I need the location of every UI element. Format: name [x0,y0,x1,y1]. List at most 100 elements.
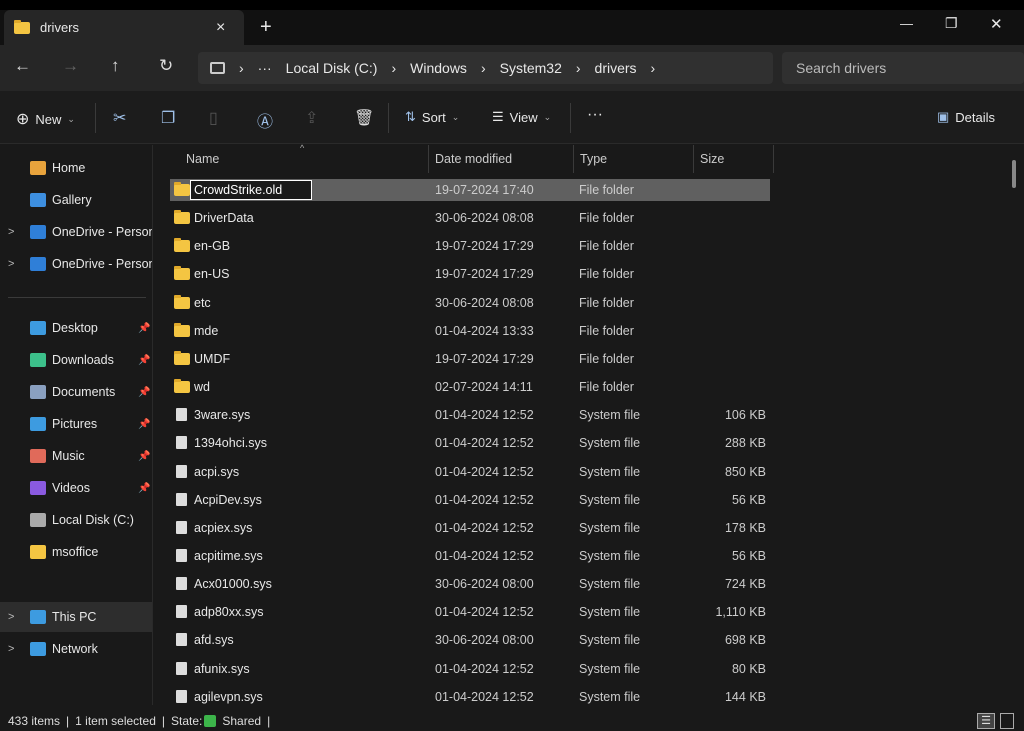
folder-row[interactable]: en-GB 19-07-2024 17:29 File folder [170,235,770,257]
maximize-button[interactable]: ❐ [945,15,958,32]
breadcrumb-drivers[interactable]: drivers [595,60,637,76]
folder-row[interactable]: wd 02-07-2024 14:11 File folder [170,376,770,398]
more-options-button[interactable]: ··· [587,106,603,124]
folder-row[interactable]: CrowdStrike.old 19-07-2024 17:40 File fold… [170,179,770,201]
chevron-right-icon[interactable]: > [8,611,14,623]
file-row[interactable]: 3ware.sys 01-04-2024 12:52 System file 106 … [170,404,770,426]
file-type: File folder [579,211,634,226]
file-name: UMDF [194,351,231,366]
paste-icon[interactable]: ▯ [209,108,218,128]
state-value: Shared [222,714,262,728]
file-date: 02-07-2024 14:11 [435,380,533,395]
close-window-button[interactable]: ✕ [990,15,1003,33]
sidebar-item-videos[interactable]: Videos 📌 [0,473,152,503]
chevron-right-icon[interactable]: > [8,258,14,270]
delete-icon[interactable]: 🗑 [354,108,374,128]
cut-icon[interactable]: ✂ [113,108,126,128]
file-row[interactable]: AcpiDev.sys 01-04-2024 12:52 System file 56… [170,489,770,511]
sidebar-item-documents[interactable]: Documents 📌 [0,377,152,407]
sidebar-item-gallery[interactable]: Gallery [0,185,152,215]
chevron-right-icon[interactable]: > [8,643,14,655]
folder-row[interactable]: UMDF 19-07-2024 17:29 File folder [170,348,770,370]
pictures-icon [30,417,46,431]
pin-icon[interactable]: 📌 [138,387,150,398]
sidebar-item-downloads[interactable]: Downloads 📌 [0,345,152,375]
documents-icon [30,385,46,399]
system-file-icon [176,633,187,647]
sidebar-item-pictures[interactable]: Pictures 📌 [0,409,152,439]
file-row[interactable]: afunix.sys 01-04-2024 12:52 System file 80 … [170,658,770,680]
file-row[interactable]: Acx01000.sys 30-06-2024 08:00 System file 7… [170,573,770,595]
videos-icon [30,481,46,495]
minimize-button[interactable]: — [900,16,913,31]
sort-button[interactable]: ⇅ Sort ⌄ [405,109,459,125]
network-icon [30,642,46,656]
folder-row[interactable]: mde 01-04-2024 13:33 File folder [170,320,770,342]
file-name: acpi.sys [194,464,240,479]
chevron-down-icon: ⌄ [67,113,75,124]
sidebar-item-network[interactable]: > Network [0,634,152,664]
back-button[interactable]: ← [14,56,31,76]
file-name: DriverData [194,211,254,226]
breadcrumb-overflow[interactable]: ··· [258,60,272,76]
breadcrumb-local-disk[interactable]: Local Disk (C:) [286,60,378,76]
file-row[interactable]: adp80xx.sys 01-04-2024 12:52 System file 1,… [170,601,770,623]
new-tab-button[interactable]: + [260,16,272,39]
chevron-right-icon[interactable]: > [8,226,14,238]
scrollbar-thumb[interactable] [1012,160,1016,188]
sidebar-item-onedrive-persona[interactable]: > OneDrive - Persona [0,217,152,247]
file-row[interactable]: acpitime.sys 01-04-2024 12:52 System file 5… [170,545,770,567]
forward-button[interactable]: → [62,56,79,76]
sidebar-item-msoffice[interactable]: msoffice [0,537,152,567]
file-type: File folder [579,183,634,197]
pin-icon[interactable]: 📌 [138,323,150,334]
column-divider[interactable] [693,145,694,173]
sidebar-item-music[interactable]: Music 📌 [0,441,152,471]
copy-icon[interactable]: ❐ [161,108,175,128]
tiles-view-toggle[interactable] [1000,713,1014,729]
system-file-icon [176,464,187,478]
file-row[interactable]: afd.sys 30-06-2024 08:00 System file 698 KB [170,629,770,651]
folder-row[interactable]: en-US 19-07-2024 17:29 File folder [170,263,770,285]
file-row[interactable]: acpiex.sys 01-04-2024 12:52 System file 178… [170,517,770,539]
column-divider[interactable] [773,145,774,173]
file-name: afunix.sys [194,661,250,676]
folder-row[interactable]: etc 30-06-2024 08:08 File folder [170,292,770,314]
folder-row[interactable]: DriverData 30-06-2024 08:08 File folder [170,207,770,229]
rename-icon[interactable]: Ⓐ [257,108,273,132]
close-tab-button[interactable]: × [216,19,225,37]
column-divider[interactable] [428,145,429,173]
column-date-modified[interactable]: Date modified [435,152,512,166]
rename-input[interactable]: CrowdStrike.old [190,180,312,200]
tab-drivers[interactable]: drivers × [4,10,244,45]
system-file-icon [176,492,187,506]
share-icon[interactable]: ⇪ [305,108,318,128]
search-input[interactable]: Search drivers [782,52,1024,84]
file-type: File folder [579,323,634,338]
details-button[interactable]: ▣ Details [937,109,995,125]
breadcrumb-system32[interactable]: System32 [500,60,562,76]
sidebar-item-desktop[interactable]: Desktop 📌 [0,313,152,343]
breadcrumb-windows[interactable]: Windows [410,60,467,76]
column-divider[interactable] [573,145,574,173]
file-row[interactable]: acpi.sys 01-04-2024 12:52 System file 850 K… [170,461,770,483]
pin-icon[interactable]: 📌 [138,483,150,494]
file-row[interactable]: agilevpn.sys 01-04-2024 12:52 System file 1… [170,686,770,708]
sidebar-item-home[interactable]: Home [0,153,152,183]
new-button[interactable]: ⊕ New ⌄ [16,109,75,129]
column-type[interactable]: Type [580,152,607,166]
column-size[interactable]: Size [700,152,724,166]
details-view-toggle[interactable]: ☰ [977,713,995,729]
view-button[interactable]: ☰ View ⌄ [492,109,551,125]
refresh-button[interactable]: ↻ [159,56,173,76]
sidebar-item-onedrive-persona[interactable]: > OneDrive - Persona [0,249,152,279]
up-button[interactable]: ↑ [111,56,120,76]
pin-icon[interactable]: 📌 [138,355,150,366]
file-row[interactable]: 1394ohci.sys 01-04-2024 12:52 System file 2… [170,432,770,454]
sidebar-item-local-disk-c[interactable]: Local Disk (C:) [0,505,152,535]
pin-icon[interactable]: 📌 [138,451,150,462]
sidebar-item-this-pc[interactable]: > This PC [0,602,152,632]
address-bar[interactable]: › ··· Local Disk (C:) › Windows › System32… [198,52,773,84]
column-name[interactable]: Name [186,152,219,166]
pin-icon[interactable]: 📌 [138,419,150,430]
